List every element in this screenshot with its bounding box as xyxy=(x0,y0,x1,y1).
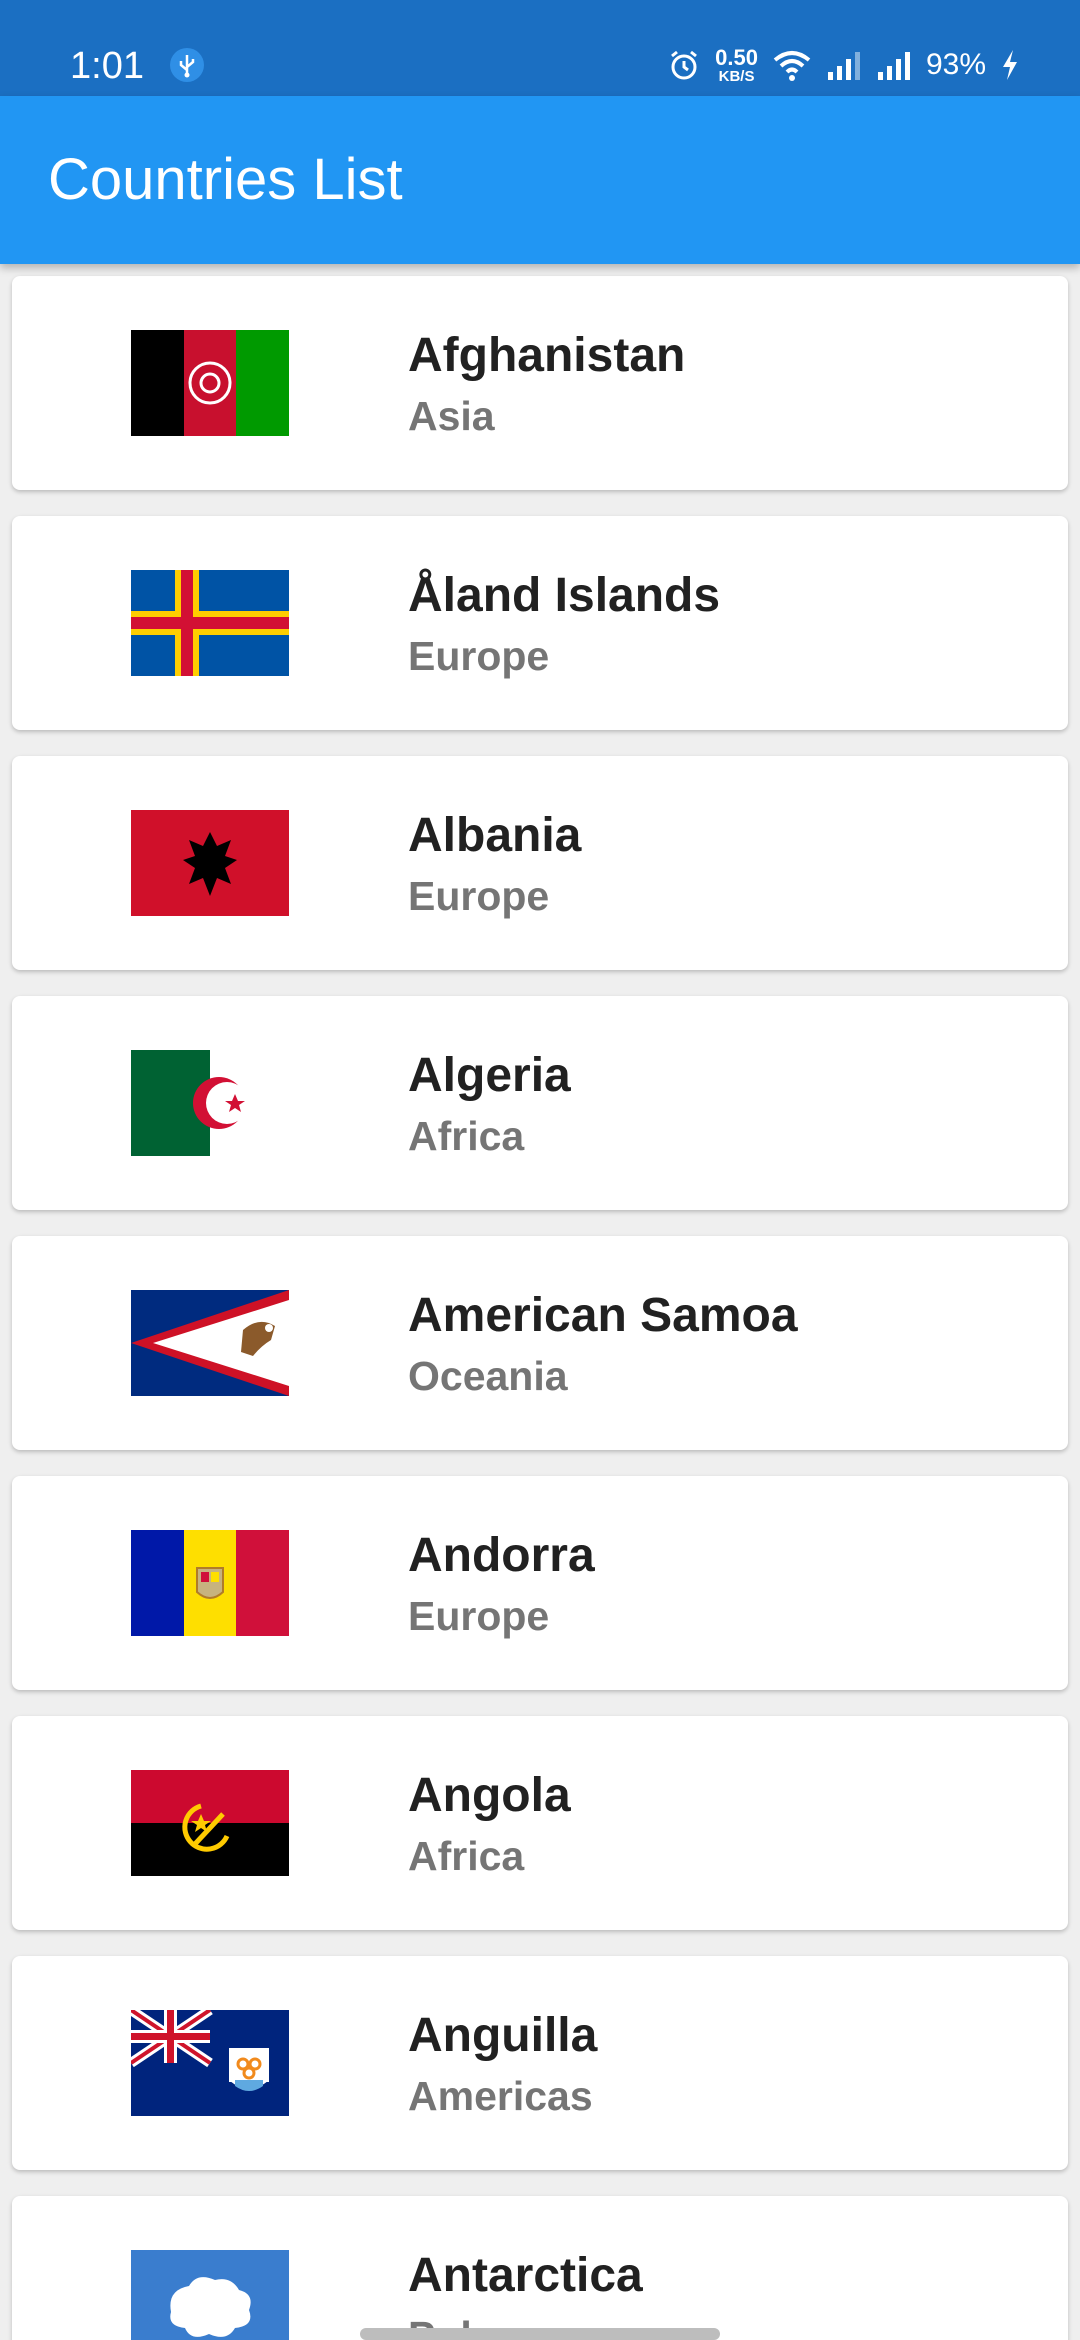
angola-flag-icon xyxy=(131,1770,289,1876)
status-time: 1:01 xyxy=(70,45,144,87)
country-region: Africa xyxy=(408,1833,525,1879)
country-region: Europe xyxy=(408,1593,550,1639)
country-name: Algeria xyxy=(408,1049,571,1102)
country-region: Africa xyxy=(408,1113,525,1159)
country-card[interactable]: American Samoa Oceania xyxy=(12,1236,1068,1450)
country-region: Europe xyxy=(408,873,550,919)
country-region: Europe xyxy=(408,633,550,679)
country-card[interactable]: Andorra Europe xyxy=(12,1476,1068,1690)
network-speed-value: 0.50 xyxy=(715,44,758,70)
usb-icon xyxy=(170,48,204,82)
country-name: American Samoa xyxy=(408,1289,798,1342)
signal-icon-sim1 xyxy=(826,48,862,82)
albania-flag-icon xyxy=(131,810,289,916)
country-name: Anguilla xyxy=(408,2009,598,2062)
countries-list[interactable]: Afghanistan Asia Åland Islands Europe Al… xyxy=(0,264,1080,2340)
country-name: Afghanistan xyxy=(408,329,686,382)
aland-islands-flag-icon xyxy=(131,570,289,676)
anguilla-flag-icon xyxy=(131,2010,289,2116)
status-icons: 0.50 KB/S 93% xyxy=(667,42,1020,88)
alarm-icon xyxy=(667,48,701,82)
country-card[interactable]: Antarctica Polar xyxy=(12,2196,1068,2340)
country-name: Antarctica xyxy=(408,2249,643,2302)
country-card[interactable]: Afghanistan Asia xyxy=(12,276,1068,490)
home-indicator[interactable] xyxy=(360,2328,720,2340)
algeria-flag-icon xyxy=(131,1050,289,1156)
country-name: Andorra xyxy=(408,1529,595,1582)
country-region: Oceania xyxy=(408,1353,568,1399)
andorra-flag-icon xyxy=(131,1530,289,1636)
country-name: Åland Islands xyxy=(408,569,721,622)
country-card[interactable]: Albania Europe xyxy=(12,756,1068,970)
status-bar: 1:01 0.50 KB/S 93% xyxy=(0,0,1080,96)
afghanistan-flag-icon xyxy=(131,330,289,436)
country-card[interactable]: Anguilla Americas xyxy=(12,1956,1068,2170)
charging-icon xyxy=(1000,48,1020,82)
country-card[interactable]: Åland Islands Europe xyxy=(12,516,1068,730)
country-name: Angola xyxy=(408,1769,571,1822)
page-title: Countries List xyxy=(48,147,403,212)
country-region: Americas xyxy=(408,2073,593,2119)
country-name: Albania xyxy=(408,809,582,862)
country-region: Asia xyxy=(408,393,495,439)
american-samoa-flag-icon xyxy=(131,1290,289,1396)
network-speed: 0.50 KB/S xyxy=(715,44,758,85)
antarctica-flag-icon xyxy=(131,2250,289,2340)
app-bar: Countries List xyxy=(0,96,1080,264)
signal-icon-sim2 xyxy=(876,48,912,82)
country-card[interactable]: Algeria Africa xyxy=(12,996,1068,1210)
country-card[interactable]: Angola Africa xyxy=(12,1716,1068,1930)
network-speed-unit: KB/S xyxy=(718,67,755,85)
wifi-icon xyxy=(772,48,812,82)
battery-percent: 93% xyxy=(925,48,986,81)
